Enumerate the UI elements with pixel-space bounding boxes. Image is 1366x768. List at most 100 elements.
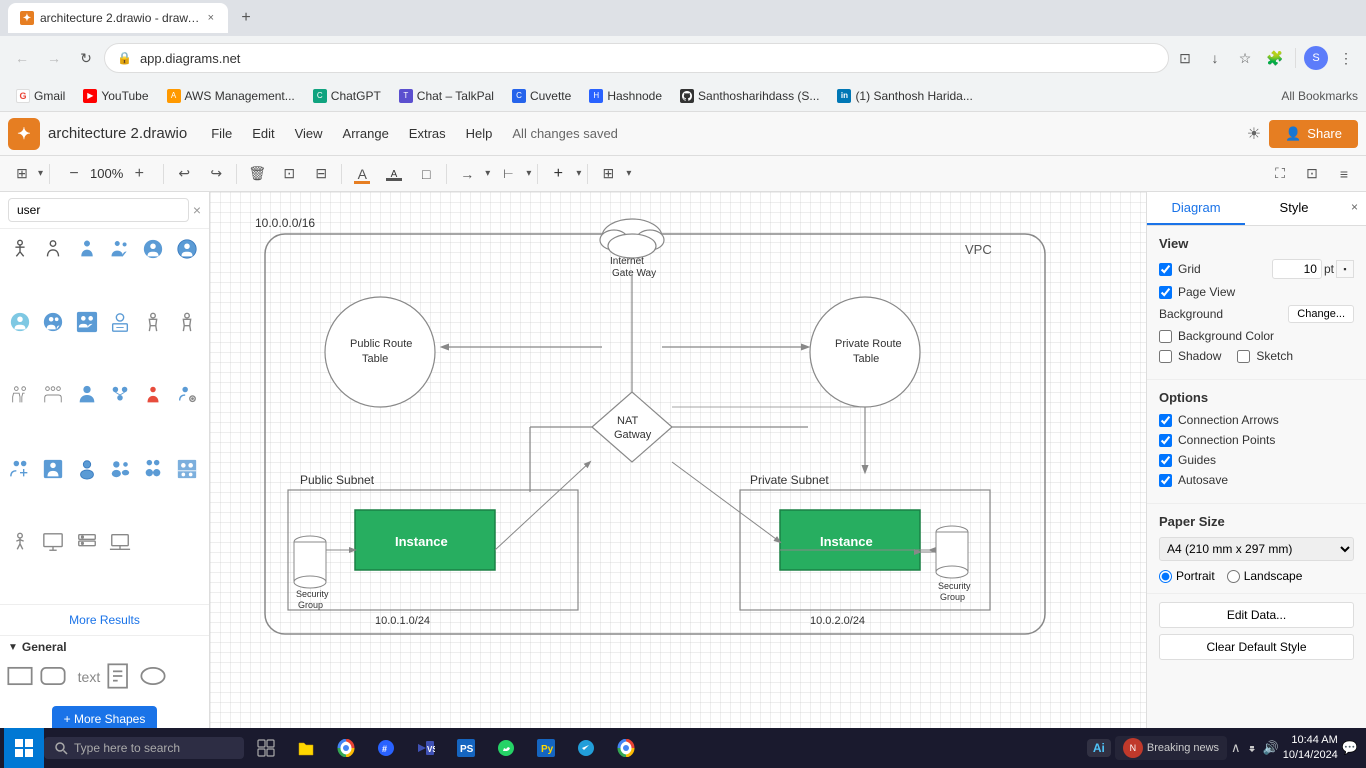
active-tab[interactable]: ✦ architecture 2.drawio - draw.io × [8, 3, 228, 33]
undo-button[interactable]: ↩ [170, 160, 198, 188]
new-tab-button[interactable]: + [232, 4, 260, 32]
more-options-button[interactable]: ≡ [1330, 160, 1358, 188]
menu-arrange[interactable]: Arrange [335, 122, 397, 145]
taskbar-time[interactable]: 10:44 AM 10/14/2024 [1283, 733, 1338, 764]
edit-data-button[interactable]: Edit Data... [1159, 602, 1354, 628]
zoom-control[interactable]: − 100% + [56, 160, 157, 188]
portrait-option[interactable]: Portrait [1159, 569, 1215, 583]
shape-persons-plus[interactable] [6, 455, 34, 483]
taskbar-python-icon[interactable]: Py [528, 730, 564, 766]
chevron-icon[interactable]: ∧ [1231, 740, 1241, 756]
shape-user-grid[interactable] [73, 308, 101, 336]
taskbar-search[interactable]: Type here to search [44, 737, 244, 759]
forward-button[interactable]: → [40, 44, 68, 72]
shape-rectangle[interactable] [6, 662, 34, 690]
connector-chevron-icon[interactable]: ▾ [485, 168, 490, 179]
bookmark-linkedin[interactable]: in (1) Santhosh Harida... [829, 86, 980, 106]
task-view-button[interactable] [248, 730, 284, 766]
grid-checkbox[interactable] [1159, 263, 1172, 276]
canvas-area[interactable]: 10.0.0.0/16 VPC Internet Gate Way [210, 192, 1146, 744]
grid-size-input[interactable]: 10 [1272, 259, 1322, 279]
sketch-checkbox[interactable] [1237, 350, 1250, 363]
format-button[interactable]: ⊡ [1298, 160, 1326, 188]
shape-person-5[interactable] [73, 455, 101, 483]
taskbar-chrome2-icon[interactable] [608, 730, 644, 766]
shape-person-group[interactable] [106, 235, 134, 263]
shape-person-map[interactable] [39, 455, 67, 483]
shape-group-8[interactable] [173, 455, 201, 483]
table-button[interactable]: ⊞ [594, 160, 622, 188]
bookmark-chatgpt[interactable]: C ChatGPT [305, 86, 389, 106]
bookmark-icon[interactable]: ☆ [1233, 46, 1257, 70]
shape-person-9[interactable] [6, 528, 34, 556]
panel-close-button[interactable]: × [1343, 192, 1366, 225]
taskbar-files-icon[interactable] [288, 730, 324, 766]
landscape-radio[interactable] [1227, 570, 1240, 583]
connector-button[interactable]: → [453, 160, 481, 188]
shape-user-label[interactable] [106, 308, 134, 336]
shape-style-button[interactable]: □ [412, 160, 440, 188]
bookmark-gmail[interactable]: G Gmail [8, 86, 73, 106]
toggle-panel-button[interactable]: ⊞ [8, 160, 36, 188]
bg-color-checkbox[interactable] [1159, 330, 1172, 343]
taskbar-chrome-icon[interactable] [328, 730, 364, 766]
shape-person-network[interactable] [106, 381, 134, 409]
menu-extras[interactable]: Extras [401, 122, 454, 145]
zoom-in-button[interactable]: + [125, 160, 153, 188]
shadow-checkbox[interactable] [1159, 350, 1172, 363]
refresh-button[interactable]: ↻ [72, 44, 100, 72]
style-tab[interactable]: Style [1245, 192, 1343, 225]
bookmark-hashnode[interactable]: H Hashnode [581, 86, 670, 106]
table-chevron-icon[interactable]: ▾ [626, 168, 631, 179]
taskbar-powershell-icon[interactable]: PS [448, 730, 484, 766]
shape-person-circle[interactable] [139, 235, 167, 263]
shape-laptop[interactable] [106, 528, 134, 556]
change-background-button[interactable]: Change... [1288, 305, 1354, 323]
insert-chevron-icon[interactable]: ▾ [576, 168, 581, 179]
tab-close-button[interactable]: × [206, 10, 216, 26]
clear-default-style-button[interactable]: Clear Default Style [1159, 634, 1354, 660]
shape-person-6[interactable] [106, 455, 134, 483]
grid-color-swatch[interactable]: ▪ [1336, 260, 1354, 278]
page-view-checkbox[interactable] [1159, 286, 1172, 299]
bookmark-github[interactable]: Santhosharihdass (S... [672, 86, 827, 106]
shape-ellipse[interactable] [139, 662, 167, 690]
shape-monitor[interactable] [39, 528, 67, 556]
guides-checkbox[interactable] [1159, 454, 1172, 467]
shape-note[interactable] [106, 662, 134, 690]
diagram-tab[interactable]: Diagram [1147, 192, 1245, 225]
connection-arrows-checkbox[interactable] [1159, 414, 1172, 427]
shape-person-gear[interactable] [173, 381, 201, 409]
shape-text[interactable]: text [73, 662, 101, 690]
shape-user-circle-2[interactable] [6, 308, 34, 336]
shape-person-7[interactable] [139, 455, 167, 483]
start-button[interactable] [4, 728, 44, 768]
taskbar-ai-button[interactable]: Ai [1087, 739, 1111, 757]
search-input[interactable] [8, 198, 189, 222]
portrait-radio[interactable] [1159, 570, 1172, 583]
font-color-button[interactable]: A [380, 160, 408, 188]
all-bookmarks-button[interactable]: All Bookmarks [1281, 89, 1358, 103]
zoom-out-button[interactable]: − [60, 160, 88, 188]
shape-server[interactable] [73, 528, 101, 556]
waypoint-button[interactable]: ⊢ [494, 160, 522, 188]
shape-group-persons[interactable] [6, 381, 34, 409]
shape-male-person[interactable] [139, 308, 167, 336]
taskbar-vscode-icon[interactable]: VS [408, 730, 444, 766]
shape-person-red[interactable] [139, 381, 167, 409]
copy-style-button[interactable]: ⊡ [275, 160, 303, 188]
notification-icon[interactable]: 💬 [1342, 740, 1358, 756]
profile-button[interactable]: S [1304, 46, 1328, 70]
more-results-button[interactable]: More Results [0, 604, 209, 635]
shape-female-person[interactable] [173, 308, 201, 336]
connection-points-checkbox[interactable] [1159, 434, 1172, 447]
shape-team-group[interactable] [39, 381, 67, 409]
menu-file[interactable]: File [203, 122, 240, 145]
share-button[interactable]: 👤 Share [1269, 120, 1358, 148]
delete-button[interactable]: 🗑 [243, 160, 271, 188]
taskbar-whatsapp-icon[interactable] [488, 730, 524, 766]
redo-button[interactable]: ↪ [202, 160, 230, 188]
shape-person-blue-3[interactable] [73, 381, 101, 409]
shape-person-blue-2[interactable] [173, 235, 201, 263]
search-clear-button[interactable]: × [193, 202, 201, 218]
